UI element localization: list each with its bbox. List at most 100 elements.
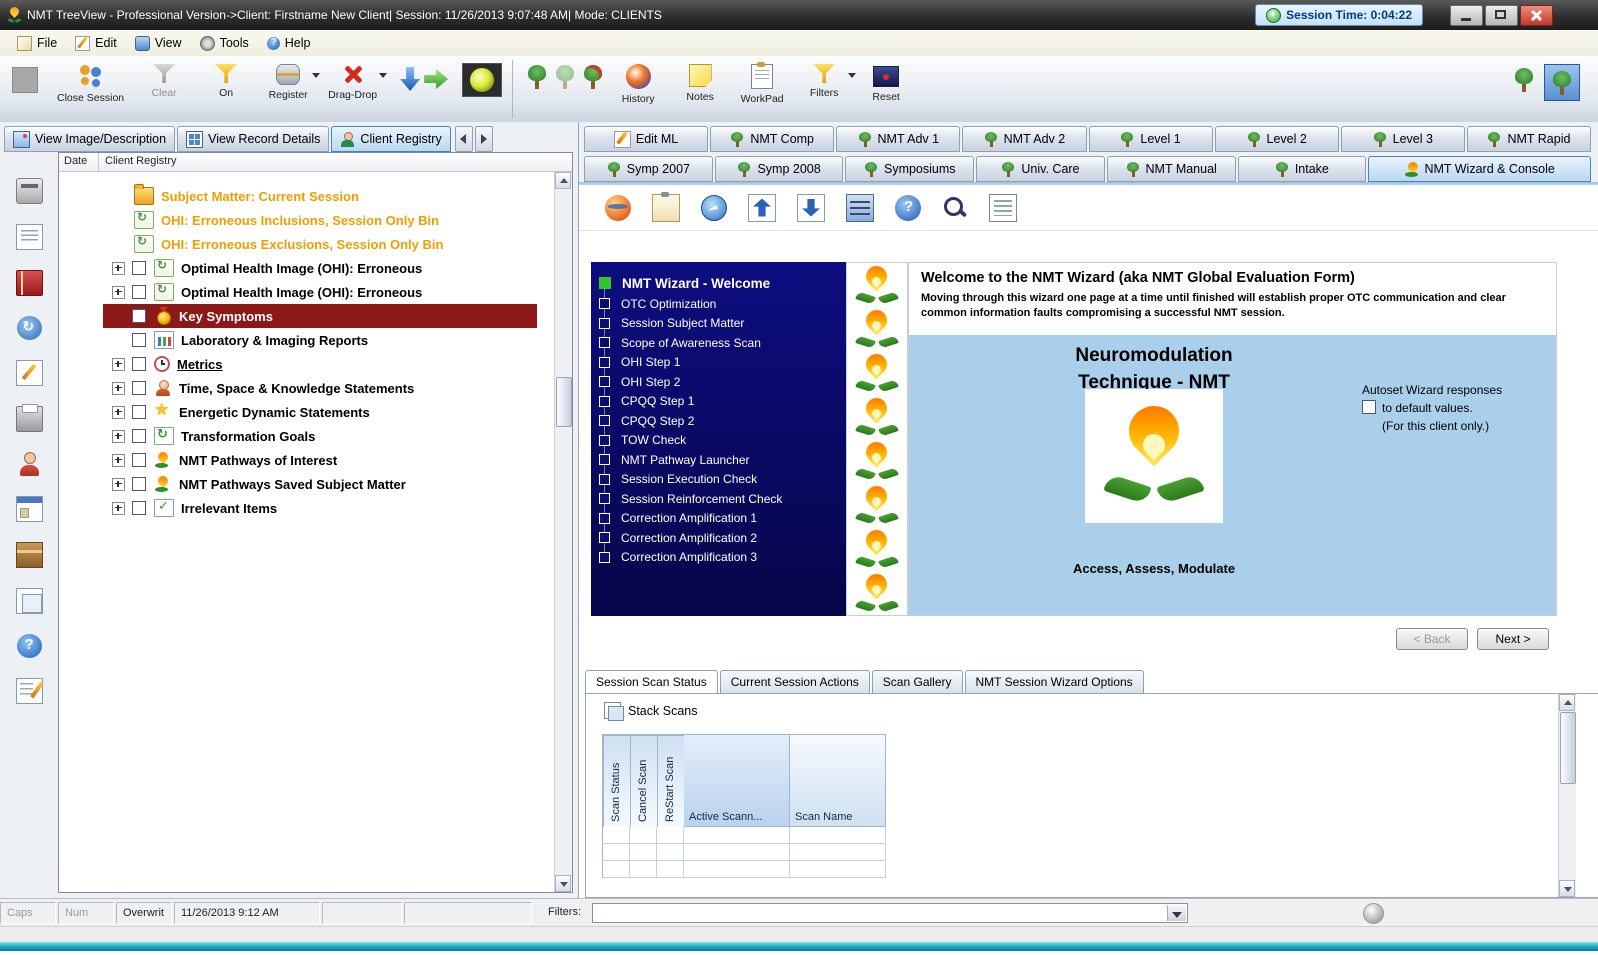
checkbox[interactable]: [132, 381, 146, 395]
menu-item[interactable]: Help: [258, 30, 320, 56]
wizard-step[interactable]: Scope of Awareness Scan: [591, 333, 846, 353]
drag-drop-button[interactable]: Drag-Drop: [319, 61, 388, 103]
checkbox[interactable]: [132, 477, 146, 491]
wizard-step[interactable]: Correction Amplification 2: [591, 528, 846, 548]
history-button[interactable]: History: [607, 61, 669, 107]
checkbox[interactable]: [132, 429, 146, 443]
wizard-step[interactable]: CPQQ Step 2: [591, 411, 846, 431]
scroll-down-icon[interactable]: [555, 875, 571, 892]
tree-item[interactable]: Irrelevant Items: [59, 496, 555, 520]
module-tab[interactable]: Symp 2007: [584, 156, 713, 182]
column-scan-name[interactable]: Scan Name: [790, 735, 886, 827]
bottom-tab[interactable]: NMT Session Wizard Options: [964, 670, 1144, 694]
print-icon[interactable]: [15, 404, 43, 432]
left-tab[interactable]: Client Registry: [331, 126, 451, 152]
column-client-registry[interactable]: Client Registry: [99, 153, 572, 171]
arrow-up-icon[interactable]: [748, 193, 776, 222]
scroll-thumb[interactable]: [556, 377, 572, 427]
expand-icon[interactable]: [112, 285, 125, 299]
notes-button[interactable]: Notes: [669, 61, 731, 105]
checkbox[interactable]: [132, 501, 146, 515]
wizard-step[interactable]: NMT Wizard - Welcome: [591, 272, 846, 294]
move-right-arrow-icon[interactable]: [424, 69, 449, 89]
menu-item[interactable]: File: [8, 30, 66, 56]
wizard-step[interactable]: Session Reinforcement Check: [591, 489, 846, 509]
module-tab[interactable]: NMT Comp: [710, 126, 835, 152]
tree-marked-icon[interactable]: [582, 65, 604, 89]
tree-faded-icon[interactable]: [554, 65, 576, 89]
world-search-icon[interactable]: [701, 194, 727, 221]
column-scan-status[interactable]: Scan Status: [603, 735, 630, 827]
tree-item[interactable]: Subject Matter: Current Session: [59, 184, 555, 208]
module-tab[interactable]: NMT Adv 1: [836, 126, 961, 152]
tree-item[interactable]: Optimal Health Image (OHI): Erroneous: [59, 280, 555, 304]
checkbox[interactable]: [132, 405, 146, 419]
expand-icon[interactable]: [112, 381, 125, 395]
column-cancel-scan[interactable]: Cancel Scan: [630, 735, 657, 827]
expand-icon[interactable]: [112, 405, 125, 419]
minimize-button[interactable]: [1450, 5, 1483, 26]
menu-item[interactable]: Tools: [191, 30, 258, 56]
bottom-tab[interactable]: Session Scan Status: [585, 670, 718, 694]
tree-item[interactable]: NMT Pathways of Interest: [59, 448, 555, 472]
clipboard-icon[interactable]: [652, 191, 680, 222]
globe-icon[interactable]: [605, 194, 631, 221]
copy-icon[interactable]: [15, 588, 43, 614]
module-tab[interactable]: Level 2: [1214, 126, 1339, 152]
wizard-step[interactable]: Session Subject Matter: [591, 314, 846, 334]
checkbox[interactable]: [132, 453, 146, 467]
left-tab[interactable]: View Record Details: [177, 126, 330, 152]
address-book-icon[interactable]: [15, 270, 43, 296]
module-tab[interactable]: NMT Adv 2: [962, 126, 1087, 152]
on-button[interactable]: On: [195, 61, 257, 101]
checkbox[interactable]: [132, 333, 146, 347]
menu-item[interactable]: Edit: [66, 30, 126, 56]
search-icon[interactable]: [942, 195, 968, 221]
notes-icon[interactable]: [15, 360, 43, 386]
reset-button[interactable]: Reset: [855, 61, 917, 105]
wizard-step[interactable]: Session Execution Check: [591, 470, 846, 490]
tree-item[interactable]: Laboratory & Imaging Reports: [59, 328, 555, 352]
checkbox[interactable]: [132, 357, 146, 371]
bottom-tab[interactable]: Scan Gallery: [871, 670, 963, 694]
drag-drop-dropdown-icon[interactable]: [379, 73, 388, 78]
column-active-scanner[interactable]: Active Scann...: [684, 735, 790, 827]
close-button[interactable]: [1520, 5, 1553, 26]
refresh-icon[interactable]: [16, 316, 42, 340]
wizard-step[interactable]: OHI Step 1: [591, 353, 846, 373]
wizard-step[interactable]: CPQQ Step 1: [591, 392, 846, 412]
tree-item[interactable]: NMT Pathways Saved Subject Matter: [59, 472, 555, 496]
wizard-step[interactable]: Correction Amplification 1: [591, 509, 846, 529]
help-icon[interactable]: [16, 634, 42, 658]
scan-scrollbar[interactable]: [1558, 694, 1576, 897]
wizard-step[interactable]: OHI Step 2: [591, 372, 846, 392]
id-card-icon[interactable]: [15, 496, 43, 522]
help-icon[interactable]: [895, 194, 921, 221]
tree-item[interactable]: Optimal Health Image (OHI): Erroneous: [59, 256, 555, 280]
expand-icon[interactable]: [112, 453, 125, 467]
module-tab[interactable]: NMT Manual: [1106, 156, 1236, 182]
menu-item[interactable]: View: [126, 30, 191, 56]
tree-item[interactable]: OHI: Erroneous Inclusions, Session Only …: [59, 208, 555, 232]
module-tab[interactable]: Edit ML: [584, 126, 709, 152]
tree-item[interactable]: Energetic Dynamic Statements: [59, 400, 555, 424]
form-edit-icon[interactable]: [15, 678, 43, 704]
filters-combobox[interactable]: [592, 903, 1188, 923]
tree-item[interactable]: Transformation Goals: [59, 424, 555, 448]
back-button[interactable]: < Back: [1396, 628, 1468, 650]
move-down-arrow-icon[interactable]: [400, 67, 421, 91]
tree-scrollbar[interactable]: [554, 172, 572, 892]
scanner-icon[interactable]: [15, 178, 43, 204]
workpad-button[interactable]: WorkPad: [731, 61, 793, 107]
client-icon[interactable]: [17, 452, 42, 476]
scroll-up-icon[interactable]: [555, 172, 571, 189]
module-tab[interactable]: Symposiums: [845, 156, 975, 182]
list-icon[interactable]: [989, 193, 1017, 222]
tree-item[interactable]: Key Symptoms: [59, 304, 555, 328]
module-tab[interactable]: NMT Wizard & Console: [1368, 156, 1592, 182]
checkbox[interactable]: [132, 261, 146, 275]
tree-item[interactable]: OHI: Erroneous Exclusions, Session Only …: [59, 232, 555, 256]
module-tab[interactable]: Level 3: [1340, 126, 1465, 152]
scroll-up-icon[interactable]: [1559, 694, 1575, 711]
database-icon[interactable]: [846, 193, 874, 222]
